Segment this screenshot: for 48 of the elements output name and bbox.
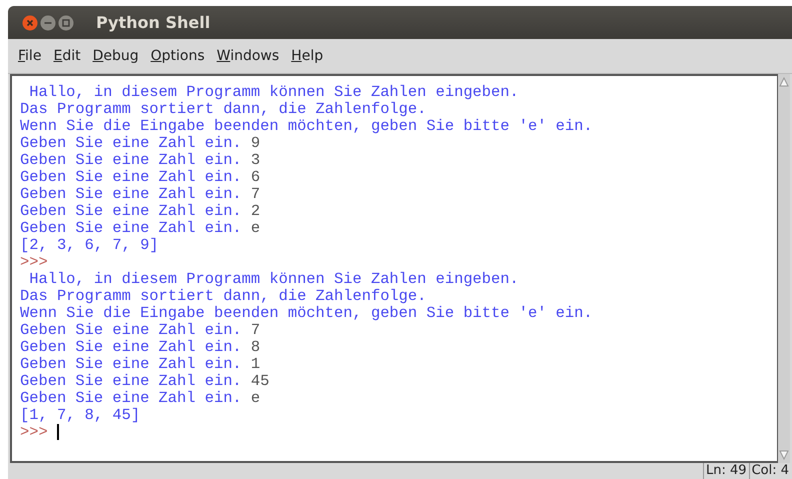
minimize-icon[interactable]	[40, 14, 56, 30]
shell-output-line: Wenn Sie die Eingabe beenden möchten, geben Sie bitte 'e' ein.	[20, 117, 593, 135]
input-prompt-text: Geben Sie eine Zahl ein.	[20, 185, 242, 203]
shell-output-line: [2, 3, 6, 7, 9]	[20, 236, 159, 254]
menu-item[interactable]: File	[18, 48, 42, 64]
close-icon[interactable]	[22, 14, 38, 30]
maximize-icon[interactable]	[58, 14, 74, 30]
input-prompt-text: Geben Sie eine Zahl ein.	[20, 321, 242, 339]
shell-output-line: Hallo, in diesem Programm können Sie Zahlen eingeben.	[28, 83, 519, 101]
input-prompt-text: Geben Sie eine Zahl ein.	[20, 151, 242, 169]
typed-value-text: 45	[250, 372, 270, 390]
scrollbar[interactable]	[778, 74, 790, 463]
typed-value-text: 7	[250, 321, 260, 339]
input-prompt-text: Geben Sie eine Zahl ein.	[20, 219, 242, 237]
input-prompt-text: Geben Sie eine Zahl ein.	[20, 338, 242, 356]
typed-value-text: 6	[250, 168, 260, 186]
input-prompt-text: Geben Sie eine Zahl ein.	[20, 168, 242, 186]
shell-output-line: [1, 7, 8, 45]	[20, 406, 140, 424]
column-number-status: Col: 4	[748, 463, 791, 479]
typed-value-text: e	[250, 219, 260, 237]
menu-item[interactable]: Windows	[216, 48, 280, 64]
input-prompt-text: Geben Sie eine Zahl ein.	[20, 389, 242, 407]
window-title: Python Shell	[96, 13, 210, 32]
menu-item[interactable]: Help	[291, 48, 324, 64]
menu-item[interactable]: Options	[150, 48, 205, 64]
shell-output-line: Hallo, in diesem Programm können Sie Zahlen eingeben.	[28, 270, 519, 288]
typed-value-text: 1	[250, 355, 260, 373]
typed-value-text: 2	[250, 202, 260, 220]
menu-item[interactable]: Debug	[92, 48, 139, 64]
scroll-up-icon[interactable]	[779, 77, 789, 87]
input-prompt-text: Geben Sie eine Zahl ein.	[20, 355, 242, 373]
scroll-down-icon[interactable]	[779, 450, 789, 460]
input-prompt-text: Geben Sie eine Zahl ein.	[20, 202, 242, 220]
shell-prompt: >>>	[20, 253, 48, 271]
typed-value-text: 8	[250, 338, 260, 356]
line-number-status: Ln: 49	[703, 463, 749, 479]
shell-output-line: Das Programm sortiert dann, die Zahlenfolge.	[20, 100, 426, 118]
typed-value-text: 7	[250, 185, 260, 203]
shell-prompt: >>>	[20, 423, 48, 442]
typed-value-text: e	[250, 389, 260, 407]
shell-output-line: Das Programm sortiert dann, die Zahlenfolge.	[20, 287, 426, 305]
input-prompt-text: Geben Sie eine Zahl ein.	[20, 134, 242, 152]
shell-output-line: Wenn Sie die Eingabe beenden möchten, geben Sie bitte 'e' ein.	[20, 304, 593, 322]
input-prompt-text: Geben Sie eine Zahl ein.	[20, 372, 242, 390]
menu-item[interactable]: Edit	[53, 48, 81, 64]
shell-text-area[interactable]	[10, 74, 778, 463]
typed-value-text: 3	[250, 151, 260, 169]
typed-value-text: 9	[250, 134, 260, 152]
